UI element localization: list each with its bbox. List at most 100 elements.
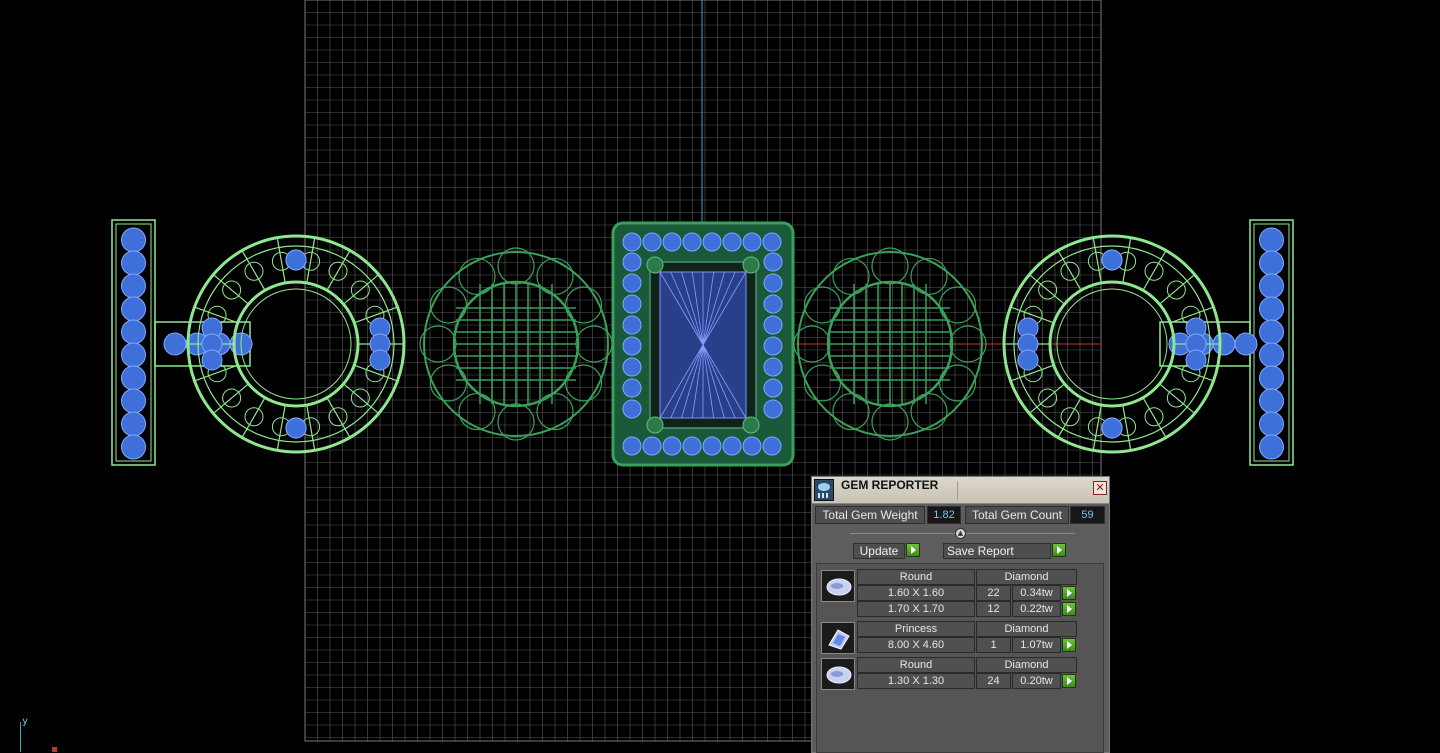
round-gem [121,388,146,414]
round-gem [285,417,307,439]
select-gem-button[interactable] [1062,674,1076,688]
gem-size: 1.30 X 1.30 [857,673,975,689]
round-gem [622,378,642,398]
update-button[interactable]: Update [853,543,905,559]
total-gem-weight-label: Total Gem Weight [815,506,925,524]
round-gem [369,349,391,371]
gem-material: Diamond [976,569,1077,585]
panel-titlebar[interactable]: GEM REPORTER ✕ [812,477,1109,504]
select-gem-button[interactable] [1062,586,1076,600]
halo-spoke [1122,237,1132,284]
gem-weight: 0.34tw [1012,585,1061,601]
round-gem [642,232,662,252]
save-report-button[interactable]: Save Report [943,543,1051,559]
round-gem [1185,349,1207,371]
titlebar-divider [957,481,958,500]
round-gem [722,232,742,252]
round-gem [1234,332,1258,356]
round-gem [622,357,642,377]
princess-gem-icon [821,622,855,654]
round-gem [121,273,146,299]
halo-spoke [306,237,316,284]
round-gem [702,232,722,252]
round-gem [622,436,642,456]
select-gem-button[interactable] [1062,602,1076,616]
panel-title: GEM REPORTER [841,478,939,492]
round-gem [1259,273,1284,299]
round-gem [1259,388,1284,414]
round-gem [1259,342,1284,368]
jewelry-model [111,219,1294,467]
gem-count: 12 [976,601,1011,617]
round-gem [763,357,783,377]
close-button[interactable]: ✕ [1093,481,1107,495]
close-icon: ✕ [1095,481,1105,494]
round-gem [121,411,146,437]
prong [646,416,664,434]
gem-material: Diamond [976,621,1077,637]
round-gem [1259,319,1284,345]
round-gem [622,252,642,272]
viewport-canvas[interactable] [0,0,1440,753]
round-gem [1259,296,1284,322]
round-gem [762,232,782,252]
round-gem-icon [821,570,855,602]
round-gem [121,365,146,391]
round-gem [1259,411,1284,437]
round-gem [763,252,783,272]
round-gem [763,399,783,419]
halo-spoke [276,237,286,284]
round-gem [702,436,722,456]
round-gem [763,378,783,398]
round-gem [763,273,783,293]
flower-petal [497,403,535,441]
gem-count: 1 [976,637,1011,653]
round-gem [121,434,146,460]
round-gem-icon [821,658,855,690]
round-gem [622,273,642,293]
round-gem [682,436,702,456]
round-gem [121,296,146,322]
total-gem-count-value: 59 [1070,506,1105,524]
round-gem [622,399,642,419]
round-gem [722,436,742,456]
round-gem [622,336,642,356]
app-logo-icon [814,479,834,501]
gem-shape: Round [857,569,975,585]
collapse-toggle[interactable]: ▲ [955,528,966,539]
round-gem [121,342,146,368]
round-gem [742,232,762,252]
select-gem-button[interactable] [1062,638,1076,652]
halo-spoke [343,383,380,414]
gem-size: 1.70 X 1.70 [857,601,975,617]
viewport[interactable]: y [0,0,1440,753]
update-go-icon[interactable] [906,543,920,557]
round-gem [762,436,782,456]
flower-petal [575,325,613,363]
round-gem [1101,417,1123,439]
gem-count: 24 [976,673,1011,689]
axis-y-label: y [22,716,29,727]
total-gem-weight-value: 1.82 [927,506,961,524]
flower-petal [871,247,909,285]
halo-spoke [1122,404,1132,451]
flower-petal [419,325,457,363]
gem-shape: Princess [857,621,975,637]
round-gem [763,315,783,335]
round-gem [1101,249,1123,271]
halo-spoke [1092,237,1102,284]
round-gem [121,250,146,276]
halo-spoke [306,404,316,451]
round-gem [622,294,642,314]
halo-spoke [276,404,286,451]
halo-spoke [212,274,249,305]
save-report-go-icon[interactable] [1052,543,1066,557]
round-gem [121,319,146,345]
round-gem [642,436,662,456]
princess-gem [659,271,747,419]
round-gem [163,332,187,356]
halo-spoke [1159,274,1196,305]
gem-count: 22 [976,585,1011,601]
round-gem [121,227,146,253]
round-gem [1259,434,1284,460]
